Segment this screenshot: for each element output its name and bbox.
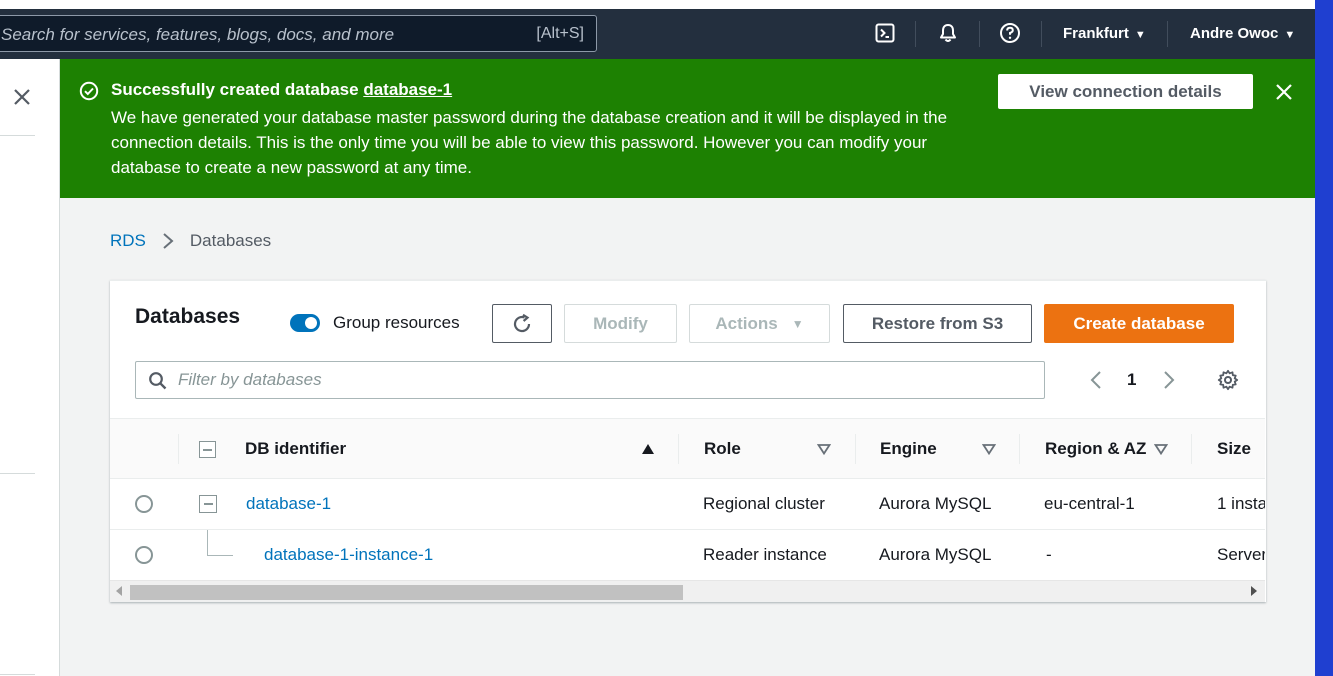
tree-connector [207,530,208,555]
search-placeholder: Search for services, features, blogs, do… [1,25,395,44]
column-divider [1019,434,1020,464]
nav-divider [1041,21,1042,47]
sort-icon[interactable] [817,443,831,455]
help-icon[interactable] [998,21,1022,45]
restore-from-s3-button[interactable]: Restore from S3 [843,304,1032,343]
user-name: Andre Owoc [1190,25,1279,42]
group-resources-label: Group resources [333,313,460,332]
table-header: DB identifier Role Engine Region & AZ Si… [110,418,1265,479]
column-size[interactable]: Size [1217,439,1251,459]
column-db-identifier[interactable]: DB identifier [245,439,346,459]
region-label: Frankfurt [1063,25,1129,42]
row-select-radio[interactable] [135,495,153,513]
caret-down-icon: ▼ [791,316,804,331]
modify-button[interactable]: Modify [564,304,677,343]
search-icon [149,372,167,390]
bell-icon[interactable] [936,21,960,45]
scrollbar-thumb[interactable] [130,585,683,600]
column-role[interactable]: Role [704,439,741,459]
db-identifier-link[interactable]: database-1-instance-1 [264,545,433,565]
actions-button[interactable]: Actions ▼ [689,304,830,343]
close-icon[interactable] [1273,81,1295,103]
breadcrumb: RDS Databases [110,231,271,251]
panel-content: Databases Group resources Modify Actions… [110,281,1265,603]
row-select-radio[interactable] [135,546,153,564]
column-region-az[interactable]: Region & AZ [1045,439,1146,459]
chevron-right-icon [162,232,176,250]
chevron-left-icon[interactable] [1086,369,1106,391]
sort-icon[interactable] [1154,443,1168,455]
flash-title-text: Successfully created database [111,80,359,99]
view-connection-details-button[interactable]: View connection details [998,74,1253,109]
breadcrumb-rds[interactable]: RDS [110,231,146,251]
column-divider [1191,434,1192,464]
column-engine[interactable]: Engine [880,439,937,459]
search-input[interactable]: Search for services, features, blogs, do… [0,15,597,52]
flash-message: We have generated your database master p… [111,108,948,177]
nav-divider [915,21,916,47]
table-row[interactable]: database-1-instance-1 Reader instance Au… [110,530,1265,581]
account-menu[interactable]: Andre Owoc ▼ [1190,25,1295,42]
filter-box [135,361,1045,399]
check-circle-icon [79,81,99,101]
engine-cell: Aurora MySQL [879,494,992,513]
flash-title: Successfully created database database-1 [111,80,452,100]
top-strip [0,0,1315,9]
collapse-all-toggle[interactable] [199,441,216,458]
console-page: Search for services, features, blogs, do… [0,0,1333,676]
gear-icon[interactable] [1217,369,1239,391]
current-page[interactable]: 1 [1127,370,1136,390]
caret-down-icon: ▼ [1284,29,1296,41]
size-cell: Serverless [1217,545,1265,564]
top-nav: Search for services, features, blogs, do… [0,9,1315,59]
panel-title: Databases [135,305,241,328]
horizontal-scrollbar[interactable] [110,580,1265,602]
refresh-icon [513,313,531,332]
chevron-right-icon[interactable] [1159,369,1179,391]
region-selector[interactable]: Frankfurt ▼ [1063,25,1146,42]
close-icon[interactable] [10,85,34,109]
size-cell: 1 instance [1217,494,1265,513]
collapse-row-toggle[interactable] [199,495,217,513]
column-divider [855,434,856,464]
sort-icon[interactable] [982,443,996,455]
db-identifier-link[interactable]: database-1 [246,494,331,514]
column-divider [678,434,679,464]
scroll-left-arrow-icon[interactable] [116,586,122,596]
role-cell: Reader instance [703,545,827,564]
caret-down-icon: ▼ [1134,29,1146,41]
flash-database-link[interactable]: database-1 [363,80,452,99]
scroll-right-arrow-icon[interactable] [1251,586,1257,596]
table-row[interactable]: database-1 Regional cluster Aurora MySQL… [110,479,1265,530]
toggle-knob [305,317,317,329]
filter-input[interactable] [178,363,1028,397]
divider [0,135,35,136]
refresh-button[interactable] [492,304,552,343]
actions-label: Actions [715,313,778,333]
create-database-button[interactable]: Create database [1044,304,1234,343]
engine-cell: Aurora MySQL [879,545,992,564]
divider [0,473,35,474]
search-shortcut: [Alt+S] [536,25,584,42]
region-cell: eu-central-1 [1044,494,1135,513]
nav-divider [1167,21,1168,47]
region-cell: - [1046,545,1052,564]
side-navigation [0,59,60,676]
sort-ascending-icon[interactable] [641,443,655,455]
tree-connector [207,555,233,556]
breadcrumb-databases: Databases [189,231,272,250]
nav-divider [979,21,980,47]
column-divider [178,434,179,464]
databases-panel: Databases Group resources Modify Actions… [110,280,1266,602]
group-resources-toggle[interactable] [290,314,320,332]
role-cell: Regional cluster [703,494,825,513]
window-edge [1315,0,1333,676]
cloudshell-icon[interactable] [873,21,897,45]
success-flash: Successfully created database database-1… [60,59,1315,198]
divider [0,674,35,675]
